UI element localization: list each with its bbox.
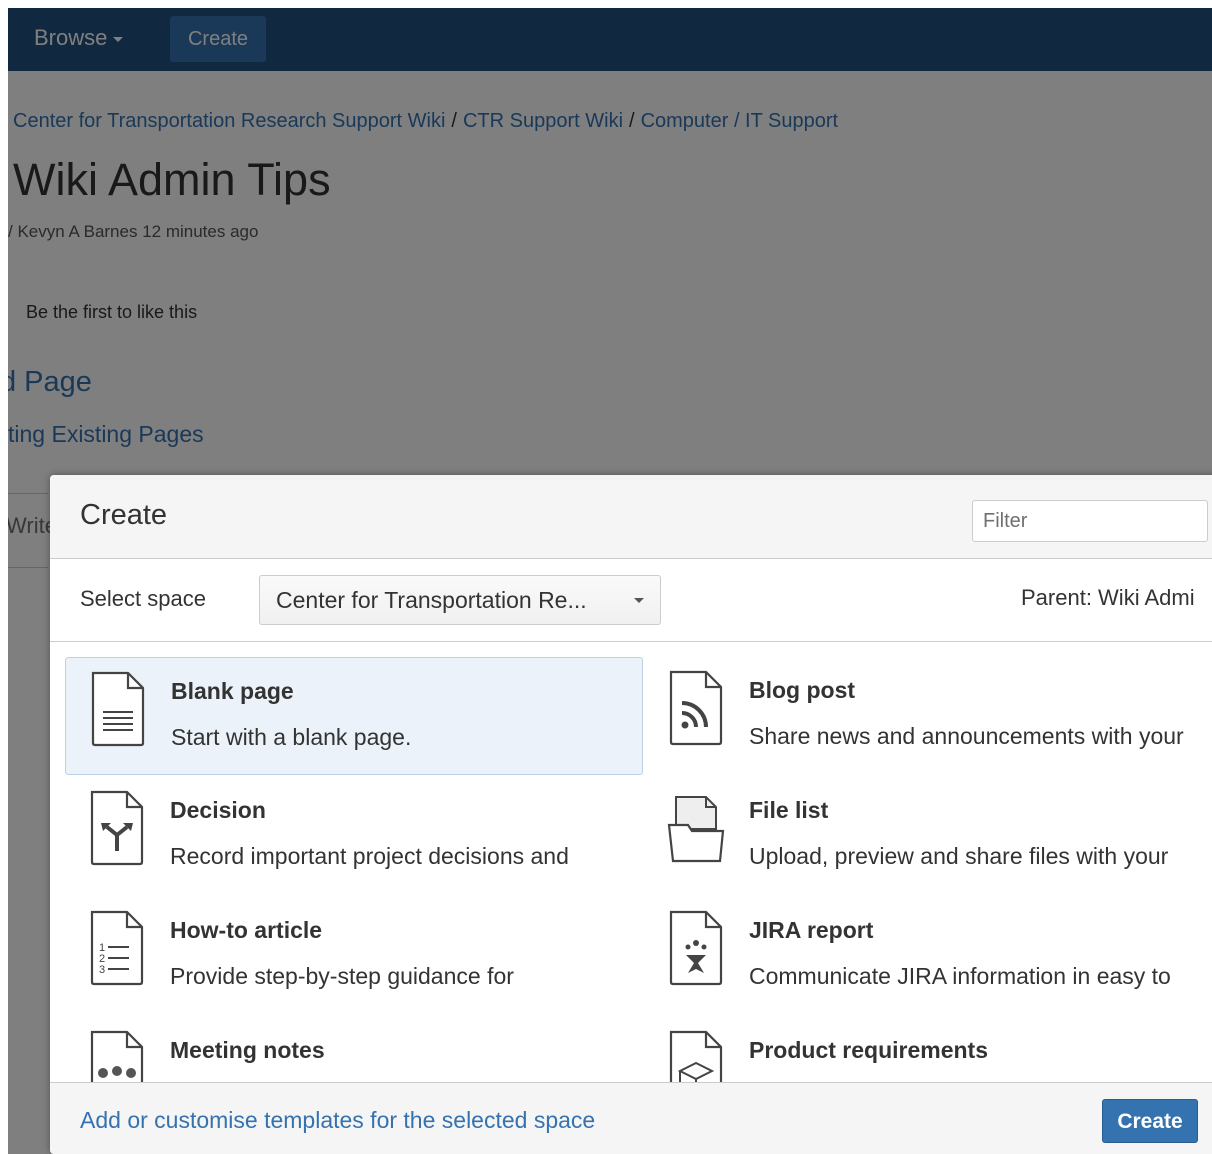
blog-post-icon — [669, 670, 723, 746]
space-select-value: Center for Transportation Re... — [276, 587, 587, 613]
svg-text:3: 3 — [99, 964, 105, 976]
template-name: How-to article — [170, 917, 323, 943]
decision-icon — [90, 790, 144, 866]
template-name: JIRA report — [749, 917, 874, 943]
template-name: Product requirements — [749, 1037, 988, 1063]
template-product-requirements[interactable]: Product requirements — [644, 1017, 1212, 1082]
create-dialog: Create Select space Center for Transport… — [50, 475, 1212, 1154]
template-description: Share news and announcements with your — [749, 723, 1184, 749]
template-blank-page[interactable]: Blank page Start with a blank page. — [65, 657, 643, 775]
dialog-title: Create — [80, 499, 168, 531]
template-name: Blog post — [749, 677, 856, 703]
template-meeting-notes[interactable]: Meeting notes — [65, 1017, 643, 1082]
jira-report-icon — [669, 910, 723, 986]
space-select-dropdown[interactable]: Center for Transportation Re... — [259, 575, 661, 625]
select-space-label: Select space — [80, 586, 206, 611]
create-button[interactable]: Create — [1102, 1099, 1198, 1143]
template-jira-report[interactable]: JIRA report Communicate JIRA information… — [644, 897, 1212, 1015]
template-decision[interactable]: Decision Record important project decisi… — [65, 777, 643, 895]
meeting-notes-icon — [90, 1030, 144, 1082]
blank-page-icon — [91, 671, 145, 747]
template-file-list[interactable]: File list Upload, preview and share file… — [644, 777, 1212, 895]
template-description: Upload, preview and share files with you… — [749, 843, 1169, 869]
space-selector-row: Select space Center for Transportation R… — [50, 559, 1212, 642]
template-description: Start with a blank page. — [171, 724, 412, 750]
parent-label: Parent: Wiki Admi — [1021, 585, 1195, 610]
chevron-down-icon — [634, 598, 644, 603]
customise-templates-link[interactable]: Add or customise templates for the selec… — [80, 1107, 595, 1134]
template-list: Blank page Start with a blank page. Blog… — [50, 642, 1212, 1082]
template-description: Communicate JIRA information in easy to — [749, 963, 1171, 989]
dialog-footer: Add or customise templates for the selec… — [50, 1082, 1212, 1154]
file-list-icon — [667, 796, 725, 863]
product-requirements-icon — [669, 1030, 723, 1082]
dialog-header: Create — [50, 475, 1212, 559]
confluence-page: Browse Create Center for Transportation … — [8, 8, 1212, 1154]
template-description: Provide step-by-step guidance for — [170, 963, 514, 989]
template-blog-post[interactable]: Blog post Share news and announcements w… — [644, 657, 1212, 775]
template-how-to-article[interactable]: 1 2 3 How-to article Provide step-by-ste… — [65, 897, 643, 1015]
template-name: Decision — [170, 797, 266, 823]
template-description: Record important project decisions and — [170, 843, 569, 869]
template-name: File list — [749, 797, 829, 823]
template-name: Meeting notes — [170, 1037, 325, 1063]
window-left-edge — [0, 0, 8, 1154]
filter-input[interactable] — [972, 500, 1208, 542]
how-to-article-icon: 1 2 3 — [90, 910, 144, 986]
template-name: Blank page — [171, 678, 294, 704]
